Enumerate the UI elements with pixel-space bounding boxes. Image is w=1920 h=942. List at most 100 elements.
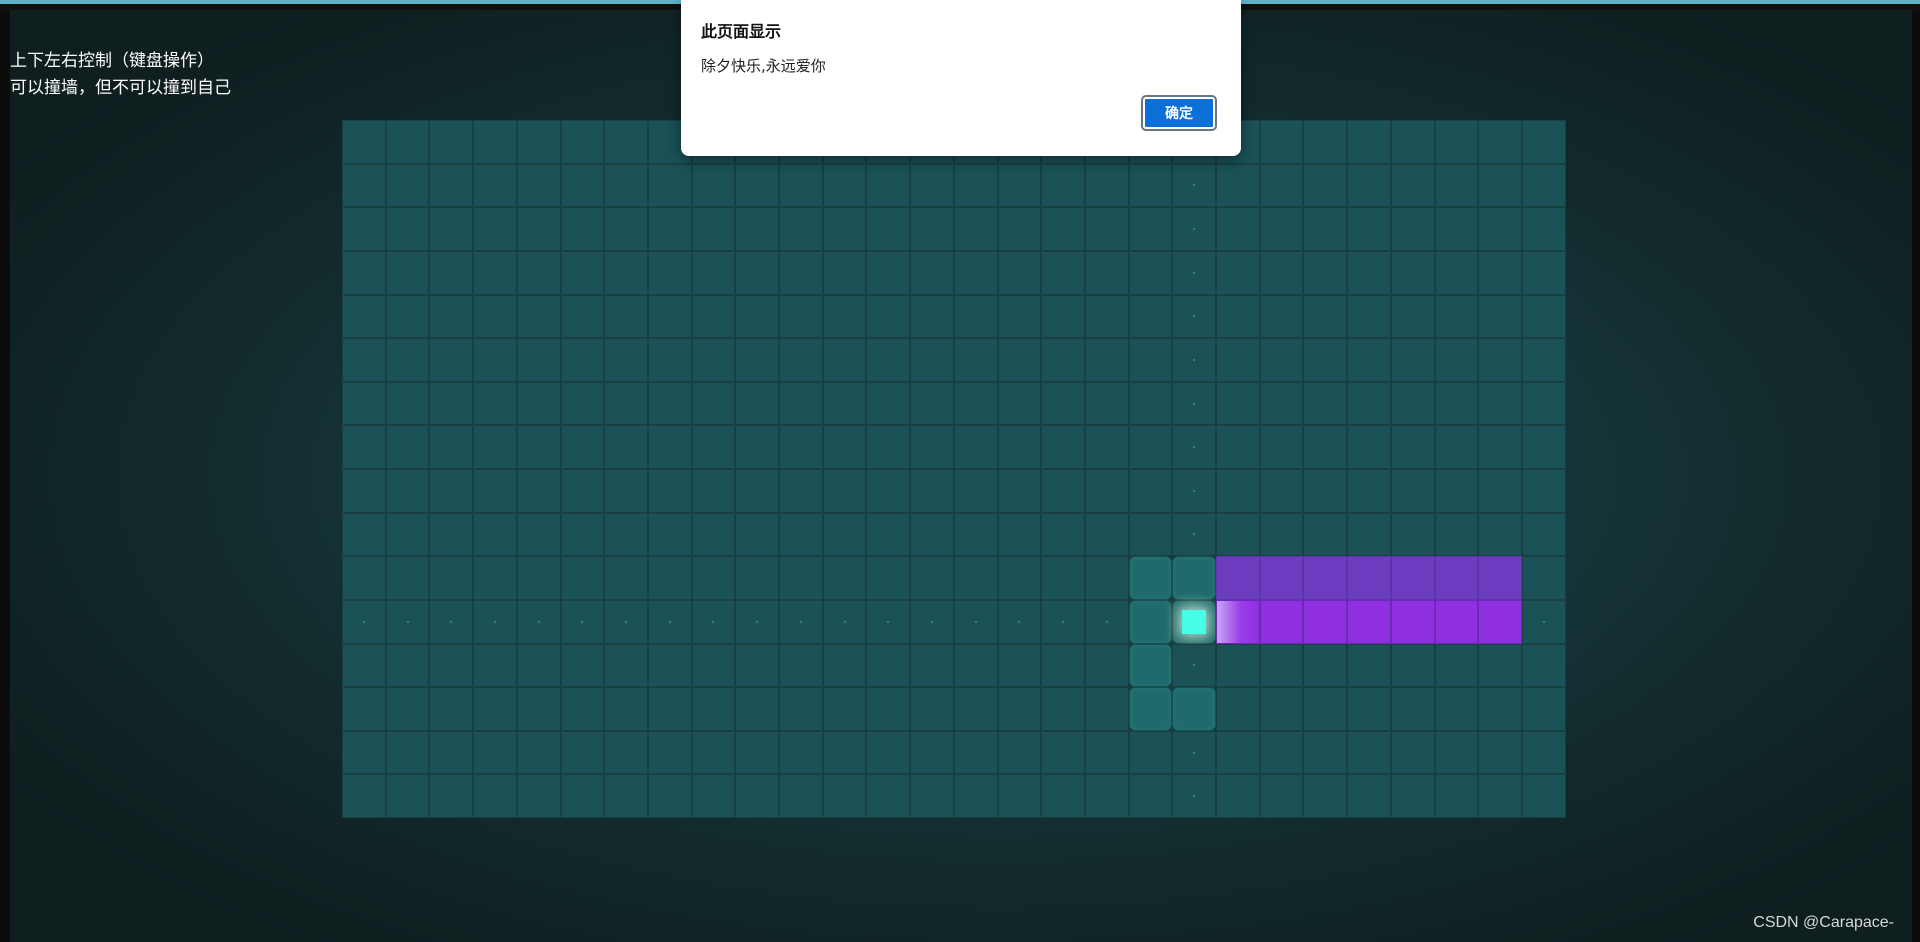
board-cell (910, 556, 954, 600)
path-marker (1193, 228, 1196, 231)
board-cell (1521, 294, 1566, 339)
board-cell (1128, 687, 1173, 731)
board-cell (1521, 730, 1566, 775)
board-cell (429, 730, 474, 775)
board-cell (1172, 469, 1217, 513)
board-cell (560, 381, 605, 426)
board-cell (516, 120, 561, 164)
board-cell (779, 730, 823, 775)
board-cell (1172, 730, 1217, 775)
board-cell (516, 687, 561, 731)
board-cell (691, 207, 736, 251)
board-cell (560, 120, 605, 164)
board-cell (953, 469, 998, 513)
board-cell (1521, 338, 1566, 382)
board-cell (1478, 207, 1522, 251)
board-cell (1128, 163, 1173, 208)
board-cell (429, 381, 474, 426)
board-cell (516, 338, 561, 382)
board-cell (342, 120, 386, 164)
board-cell (429, 556, 474, 600)
path-marker (362, 620, 365, 623)
path-marker (625, 620, 628, 623)
board-cell (822, 338, 867, 382)
board-cell (1478, 599, 1522, 644)
board-cell (866, 338, 911, 382)
board-cell (1347, 381, 1391, 426)
board-cell (473, 599, 517, 644)
board-cell (1390, 163, 1435, 208)
board-cell (1521, 120, 1566, 164)
board-cell (473, 512, 517, 557)
board-cell (1347, 425, 1391, 469)
board-cell (997, 163, 1042, 208)
board-cell (342, 207, 386, 251)
board-cell (1390, 294, 1435, 339)
board-cell (473, 294, 517, 339)
board-cell (910, 250, 954, 295)
path-marker (1193, 315, 1196, 318)
board-cell (1216, 294, 1260, 339)
board-cell (1216, 730, 1260, 775)
instructions: 上下左右控制（键盘操作） 可以撞墙，但不可以撞到自己 (10, 48, 231, 102)
board-cell (1216, 250, 1260, 295)
board-cell (1128, 469, 1173, 513)
board-cell (1041, 774, 1085, 818)
board-cell (1216, 338, 1260, 382)
board-cell (385, 774, 430, 818)
board-cell (604, 338, 648, 382)
board-cell (1478, 556, 1522, 600)
board-cell (385, 381, 430, 426)
board-cell (1303, 774, 1348, 818)
board-cell (647, 730, 692, 775)
board-cell (1172, 599, 1217, 644)
board-cell (1478, 250, 1522, 295)
board-cell (1521, 381, 1566, 426)
board-cell (691, 163, 736, 208)
path-marker (887, 620, 890, 623)
board-cell (429, 643, 474, 688)
board-cell (560, 294, 605, 339)
board-cell (1259, 599, 1304, 644)
board-cell (1478, 381, 1522, 426)
path-marker (1193, 358, 1196, 361)
board-cell (910, 207, 954, 251)
board-cell (429, 599, 474, 644)
board-cell (1434, 556, 1479, 600)
board-cell (822, 250, 867, 295)
board-cell (997, 425, 1042, 469)
board-cell (953, 643, 998, 688)
board-cell (1478, 469, 1522, 513)
board-cell (1084, 556, 1129, 600)
board-cell (385, 512, 430, 557)
board-cell (1303, 469, 1348, 513)
board-cell (1303, 425, 1348, 469)
board-cell (560, 556, 605, 600)
board-cell (953, 250, 998, 295)
ok-button[interactable]: 确定 (1141, 95, 1217, 131)
board-cell (1041, 250, 1085, 295)
board-cell (866, 512, 911, 557)
board-cell (516, 250, 561, 295)
board-cell (1303, 730, 1348, 775)
board-cell (1128, 512, 1173, 557)
board-cell (1084, 469, 1129, 513)
board-cell (1434, 250, 1479, 295)
board-cell (604, 207, 648, 251)
board-cell (1216, 774, 1260, 818)
board-cell (735, 425, 780, 469)
board-cell (997, 469, 1042, 513)
board-cell (997, 687, 1042, 731)
board-cell (560, 338, 605, 382)
board-cell (647, 687, 692, 731)
board-cell (822, 599, 867, 644)
board-cell (1041, 643, 1085, 688)
board-cell (779, 512, 823, 557)
board-cell (953, 687, 998, 731)
board-cell (735, 250, 780, 295)
board-cell (822, 687, 867, 731)
board-cell (560, 599, 605, 644)
snake-board[interactable] (342, 120, 1566, 818)
board-cell (342, 556, 386, 600)
board-cell (604, 250, 648, 295)
